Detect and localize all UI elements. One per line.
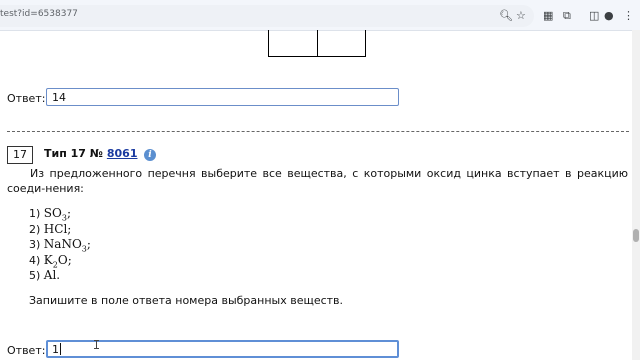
formula-text: NaNO [43,237,82,251]
browser-toolbar: test?id=6538377 🔍︎ ☆ ▦ ⧉ ◫ ● ⋮ [0,0,640,31]
option-formula: K2O; [43,252,72,269]
bookmark-star-icon[interactable]: ☆ [516,9,526,23]
answer-value: 1 [52,343,59,356]
formula-text: K [43,252,53,267]
ibeam-cursor-icon [94,340,99,349]
option-formula: Al. [44,268,60,282]
scrollbar-thumb[interactable] [633,229,639,242]
option-item: 1) SO3; [29,206,91,222]
option-number: 4) [29,253,44,267]
info-icon[interactable]: i [144,149,156,161]
formula-text: O; [57,252,72,267]
text-caret [60,343,61,355]
option-item: 2) HCl; [29,222,91,238]
address-url[interactable]: test?id=6538377 [0,9,78,19]
formula-text: HCl; [43,221,72,236]
profile-icon[interactable]: ● [604,9,614,23]
option-number: 2) [29,222,44,236]
task-number-badge: 17 [7,146,33,164]
option-formula: HCl; [44,222,72,236]
option-item: 5) Al. [29,268,91,284]
option-number: 1) [29,207,44,220]
answer-label: Ответ: [7,344,46,357]
option-formula: SO3; [43,206,71,222]
task-id-link[interactable]: 8061 [107,147,138,160]
prev-answer-value: 14 [52,91,66,104]
formula-text: ; [86,237,91,251]
puzzle-icon[interactable]: ⧉ [563,9,571,23]
option-item: 4) K2O; [29,253,91,269]
prev-answer-label: Ответ: [7,92,46,105]
extension-icon[interactable]: ▦ [543,9,553,23]
page-scrollbar[interactable] [632,30,640,360]
formula-text: Al. [43,268,61,282]
answer-field[interactable]: 1 [46,340,399,358]
option-number: 3) [29,238,44,251]
formula-text: ; [66,206,71,220]
menu-icon[interactable]: ⋮ [623,9,634,23]
table-divider [317,30,318,57]
instruction-text: Запишите в поле ответа номера выбранных … [29,294,344,307]
sidebar-icon[interactable]: ◫ [589,9,599,23]
question-text: Из предложенного перечня выберите все ве… [7,167,628,195]
option-formula: NaNO3; [43,237,91,253]
previous-task-table [268,30,366,57]
formula-text: SO [43,206,62,220]
task-type-label: Тип 17 № [44,147,104,160]
option-number: 5) [29,269,44,282]
task-separator [7,131,629,132]
options-list: 1) SO3; 2) HCl; 3) NaNO3; 4) K2O; 5) Al. [29,206,91,284]
zoom-icon[interactable]: 🔍︎ [499,9,513,23]
address-bar[interactable]: test?id=6538377 🔍︎ ☆ [0,5,534,27]
option-item: 3) NaNO3; [29,237,91,253]
prev-answer-field[interactable]: 14 [46,88,399,106]
task-header: Тип 17 № 8061 [44,147,137,160]
